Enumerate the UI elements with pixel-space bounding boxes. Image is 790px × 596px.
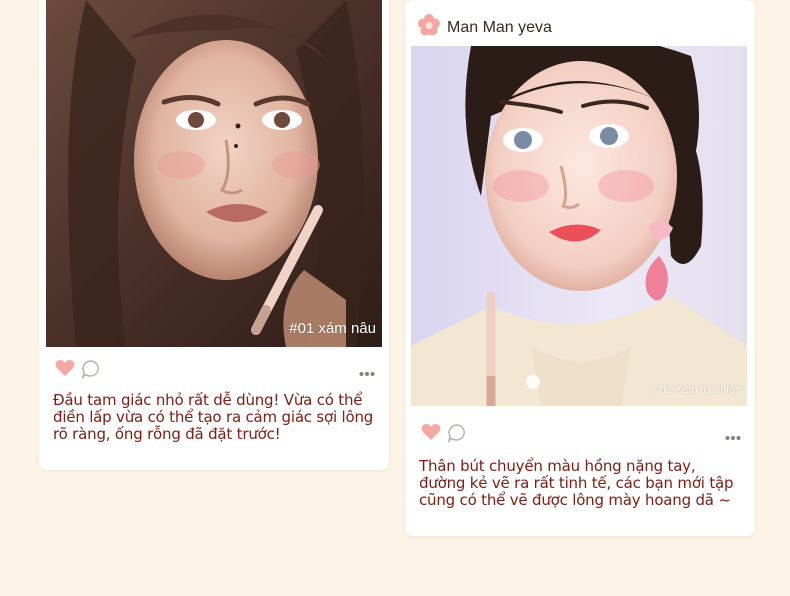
post-actions xyxy=(421,423,741,446)
post-header: Man Man yeva xyxy=(417,13,552,42)
comment-icon[interactable] xyxy=(447,423,467,448)
post-text: Thân bút chuyển màu hồng nặng tay, đường… xyxy=(419,457,734,509)
portrait-image xyxy=(411,46,747,406)
post-card-1: #01 xám nâu Đầu tam giác nhỏ rất dễ dùng… xyxy=(39,0,389,470)
post-photo[interactable]: #01 xám nâu xyxy=(46,0,382,347)
flower-icon[interactable] xyxy=(417,13,441,42)
post-text: Đầu tam giác nhỏ rất dễ dùng! Vừa có thể… xyxy=(53,391,374,443)
heart-icon[interactable] xyxy=(55,359,75,382)
photo-caption: #01 xám nâu xyxy=(289,320,376,337)
portrait-image xyxy=(46,0,382,347)
post-photo[interactable]: #02 Xám tự nhiên xyxy=(411,46,747,406)
post-actions xyxy=(55,359,375,382)
post-card-2: Man Man yeva #02 Xám tự nhiên Thân bút c… xyxy=(405,0,755,536)
more-icon[interactable] xyxy=(725,428,741,446)
more-icon[interactable] xyxy=(359,364,375,382)
photo-caption: #02 Xám tự nhiên xyxy=(653,384,741,396)
comment-icon[interactable] xyxy=(81,359,101,384)
heart-icon[interactable] xyxy=(421,423,441,446)
username[interactable]: Man Man yeva xyxy=(447,19,552,37)
